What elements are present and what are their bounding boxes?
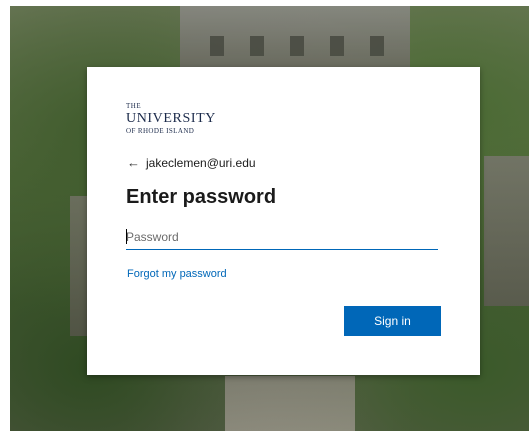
text-cursor bbox=[126, 229, 127, 244]
building-window bbox=[370, 36, 384, 56]
background-building-right bbox=[484, 156, 529, 306]
logo-line-of-rhode-island: OF RHODE ISLAND bbox=[126, 127, 195, 135]
back-arrow-icon[interactable]: ← bbox=[127, 155, 140, 170]
logo-line-university: UNIVERSITY bbox=[126, 111, 216, 126]
building-window bbox=[250, 36, 264, 56]
background-walkway bbox=[225, 376, 355, 431]
building-window bbox=[210, 36, 224, 56]
building-window bbox=[330, 36, 344, 56]
background-building bbox=[180, 6, 410, 76]
sign-in-card: THE UNIVERSITY OF RHODE ISLAND ← jakecle… bbox=[87, 67, 480, 375]
password-input[interactable] bbox=[126, 225, 438, 250]
account-email: jakeclemen@uri.edu bbox=[146, 155, 256, 170]
page-title: Enter password bbox=[126, 186, 277, 208]
logo-line-the: THE bbox=[126, 102, 142, 110]
account-identity: ← jakeclemen@uri.edu bbox=[127, 155, 256, 170]
building-window bbox=[290, 36, 304, 56]
university-logo: THE UNIVERSITY OF RHODE ISLAND bbox=[126, 103, 216, 135]
sign-in-button[interactable]: Sign in bbox=[344, 306, 441, 336]
forgot-password-link[interactable]: Forgot my password bbox=[127, 268, 227, 280]
